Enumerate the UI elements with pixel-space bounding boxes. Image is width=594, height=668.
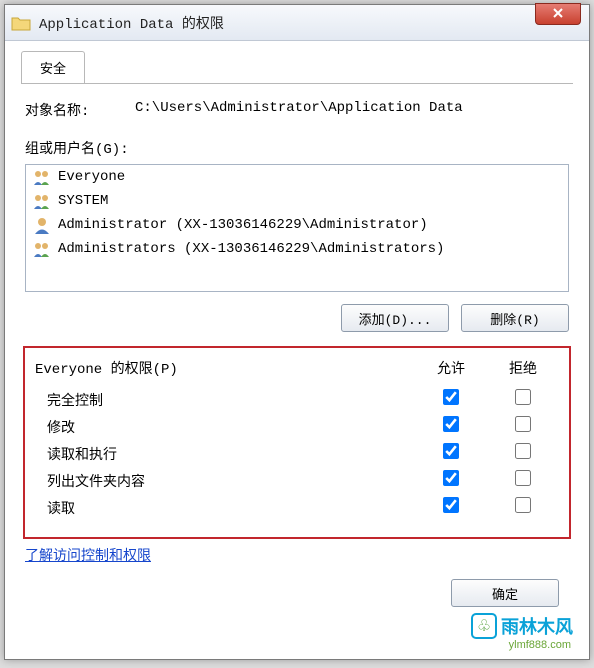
- list-item-label: Administrators (XX-13036146229\Administr…: [58, 241, 444, 257]
- group-icon: [32, 240, 52, 258]
- allow-cell: [415, 416, 487, 437]
- permission-name: 修改: [47, 417, 415, 437]
- allow-cell: [415, 443, 487, 464]
- remove-button[interactable]: 删除(R): [461, 304, 569, 332]
- permission-name: 列出文件夹内容: [47, 471, 415, 491]
- object-name-label: 对象名称:: [25, 100, 135, 120]
- watermark-url: ylmf888.com: [509, 639, 571, 651]
- permissions-rows: 完全控制修改读取和执行列出文件夹内容读取: [35, 386, 559, 521]
- allow-checkbox[interactable]: [443, 497, 459, 513]
- allow-checkbox[interactable]: [443, 470, 459, 486]
- permission-row: 修改: [35, 413, 559, 440]
- watermark-text: 雨林木风: [501, 613, 573, 639]
- allow-checkbox[interactable]: [443, 416, 459, 432]
- learn-acl-link[interactable]: 了解访问控制和权限: [25, 549, 151, 565]
- permission-row: 完全控制: [35, 386, 559, 413]
- tab-security[interactable]: 安全: [21, 51, 85, 83]
- group-icon: [32, 168, 52, 186]
- deny-cell: [487, 389, 559, 410]
- list-item[interactable]: Administrators (XX-13036146229\Administr…: [26, 237, 568, 261]
- titlebar[interactable]: Application Data 的权限: [5, 5, 589, 41]
- deny-checkbox[interactable]: [515, 389, 531, 405]
- dialog-content: 安全 对象名称: C:\Users\Administrator\Applicat…: [5, 41, 589, 617]
- permission-row: 列出文件夹内容: [35, 467, 559, 494]
- deny-cell: [487, 443, 559, 464]
- deny-checkbox[interactable]: [515, 443, 531, 459]
- group-icon: [32, 192, 52, 210]
- permissions-frame: Everyone 的权限(P) 允许 拒绝 完全控制修改读取和执行列出文件夹内容…: [23, 346, 571, 539]
- permissions-for-label: Everyone 的权限(P): [35, 358, 415, 378]
- permissions-dialog: Application Data 的权限 安全 对象名称: C:\Users\A…: [4, 4, 590, 660]
- close-button[interactable]: [535, 3, 581, 25]
- permission-name: 完全控制: [47, 390, 415, 410]
- list-item-label: Everyone: [58, 169, 125, 185]
- folder-icon: [11, 15, 31, 31]
- dialog-buttons: 确定: [21, 579, 559, 607]
- deny-cell: [487, 497, 559, 518]
- list-item[interactable]: Administrator (XX-13036146229\Administra…: [26, 213, 568, 237]
- object-name-value: C:\Users\Administrator\Application Data: [135, 100, 569, 120]
- principal-buttons: 添加(D)... 删除(R): [25, 304, 569, 332]
- learn-link-row: 了解访问控制和权限: [25, 545, 569, 565]
- permission-row: 读取: [35, 494, 559, 521]
- close-icon: [552, 7, 564, 22]
- list-item-label: Administrator (XX-13036146229\Administra…: [58, 217, 428, 233]
- principals-list[interactable]: Everyone SYSTEM Administrator (XX-130361…: [25, 164, 569, 292]
- add-button[interactable]: 添加(D)...: [341, 304, 449, 332]
- watermark: ♧ 雨林木风 ylmf888.com: [471, 613, 573, 639]
- window-title: Application Data 的权限: [39, 13, 224, 33]
- deny-cell: [487, 416, 559, 437]
- ok-button[interactable]: 确定: [451, 579, 559, 607]
- allow-cell: [415, 497, 487, 518]
- deny-checkbox[interactable]: [515, 416, 531, 432]
- deny-column-header: 拒绝: [487, 358, 559, 378]
- list-item-label: SYSTEM: [58, 193, 108, 209]
- permissions-header: Everyone 的权限(P) 允许 拒绝: [35, 358, 559, 378]
- user-icon: [32, 216, 52, 234]
- object-name-row: 对象名称: C:\Users\Administrator\Application…: [25, 100, 569, 120]
- deny-checkbox[interactable]: [515, 470, 531, 486]
- list-item[interactable]: Everyone: [26, 165, 568, 189]
- permission-row: 读取和执行: [35, 440, 559, 467]
- deny-cell: [487, 470, 559, 491]
- list-item[interactable]: SYSTEM: [26, 189, 568, 213]
- leaf-icon: ♧: [471, 613, 497, 639]
- allow-cell: [415, 470, 487, 491]
- allow-checkbox[interactable]: [443, 389, 459, 405]
- tab-strip: 安全: [21, 51, 573, 84]
- allow-column-header: 允许: [415, 358, 487, 378]
- allow-cell: [415, 389, 487, 410]
- permission-name: 读取和执行: [47, 444, 415, 464]
- permission-name: 读取: [47, 498, 415, 518]
- groups-label: 组或用户名(G):: [25, 138, 569, 158]
- allow-checkbox[interactable]: [443, 443, 459, 459]
- deny-checkbox[interactable]: [515, 497, 531, 513]
